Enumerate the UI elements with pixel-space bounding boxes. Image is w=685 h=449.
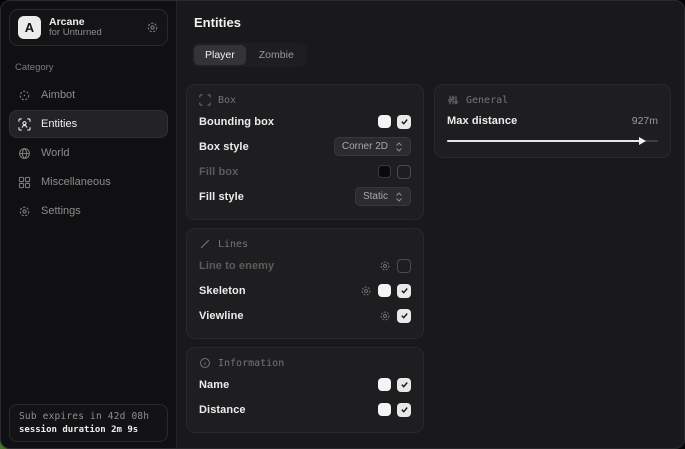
chevron-up-down-icon bbox=[395, 142, 403, 152]
tab-zombie[interactable]: Zombie bbox=[248, 45, 305, 65]
max-distance-value: 927m bbox=[632, 115, 658, 127]
grid-icon bbox=[18, 176, 31, 189]
chevron-up-down-icon bbox=[395, 192, 403, 202]
sidebar-item-label: Settings bbox=[41, 205, 81, 217]
session-duration-text: session duration 2m 9s bbox=[19, 425, 158, 435]
section-title: Information bbox=[218, 358, 284, 369]
right-column: General Max distance 927m bbox=[434, 84, 671, 158]
dropdown-value: Corner 2D bbox=[342, 141, 388, 152]
sidebar-item-miscellaneous[interactable]: Miscellaneous bbox=[9, 168, 168, 196]
setting-row-fill-style: Fill style Static bbox=[199, 185, 411, 208]
scan-person-icon bbox=[18, 118, 31, 131]
sidebar-item-label: World bbox=[41, 147, 70, 159]
fill-style-dropdown[interactable]: Static bbox=[355, 187, 411, 206]
name-checkbox[interactable] bbox=[397, 378, 411, 392]
sidebar-item-label: Aimbot bbox=[41, 89, 75, 101]
setting-row-viewline: Viewline bbox=[199, 304, 411, 327]
sidebar-item-world[interactable]: World bbox=[9, 139, 168, 167]
viewline-checkbox[interactable] bbox=[397, 309, 411, 323]
info-icon bbox=[199, 357, 211, 369]
line-to-enemy-checkbox[interactable] bbox=[397, 259, 411, 273]
color-swatch[interactable] bbox=[378, 284, 391, 297]
row-settings-gear-icon[interactable] bbox=[379, 260, 391, 272]
settings-columns: Box Bounding box Box style bbox=[186, 84, 671, 433]
fill-box-checkbox[interactable] bbox=[397, 165, 411, 179]
globe-icon bbox=[18, 147, 31, 160]
app-window: A Arcane for Unturned Category Aimbo bbox=[0, 0, 685, 449]
gear-icon[interactable] bbox=[146, 21, 159, 34]
row-settings-gear-icon[interactable] bbox=[360, 285, 372, 297]
row-settings-gear-icon[interactable] bbox=[379, 310, 391, 322]
app-logo: A bbox=[18, 16, 41, 39]
box-style-dropdown[interactable]: Corner 2D bbox=[334, 137, 411, 156]
color-swatch[interactable] bbox=[378, 403, 391, 416]
setting-row-name: Name bbox=[199, 373, 411, 396]
sub-expiry-text: Sub expires in 42d 08h bbox=[19, 411, 158, 422]
section-title: Lines bbox=[218, 239, 248, 250]
sidebar-item-label: Entities bbox=[41, 118, 77, 130]
setting-row-max-distance: Max distance 927m bbox=[447, 110, 658, 131]
distance-checkbox[interactable] bbox=[397, 403, 411, 417]
color-swatch[interactable] bbox=[378, 378, 391, 391]
general-card: General Max distance 927m bbox=[434, 84, 671, 158]
crosshair-icon bbox=[18, 89, 31, 102]
entity-tabs: Player Zombie bbox=[192, 43, 307, 67]
slider-fill bbox=[447, 140, 643, 142]
information-card-header: Information bbox=[199, 357, 411, 369]
setting-row-distance: Distance bbox=[199, 398, 411, 421]
page-title: Entities bbox=[194, 15, 671, 30]
setting-row-skeleton: Skeleton bbox=[199, 279, 411, 302]
sidebar-item-settings[interactable]: Settings bbox=[9, 197, 168, 225]
max-distance-slider[interactable] bbox=[447, 136, 658, 146]
sidebar-item-entities[interactable]: Entities bbox=[9, 110, 168, 138]
logo-letter: A bbox=[25, 20, 34, 35]
sliders-icon bbox=[447, 94, 459, 106]
app-logo-card: A Arcane for Unturned bbox=[9, 9, 168, 46]
box-card-header: Box bbox=[199, 94, 411, 106]
tab-player[interactable]: Player bbox=[194, 45, 246, 65]
setting-row-box-style: Box style Corner 2D bbox=[199, 135, 411, 158]
slider-thumb[interactable] bbox=[639, 137, 646, 145]
setting-row-fill-box: Fill box bbox=[199, 160, 411, 183]
box-card: Box Bounding box Box style bbox=[186, 84, 424, 220]
setting-row-line-to-enemy: Line to enemy bbox=[199, 254, 411, 277]
box-corners-icon bbox=[199, 94, 211, 106]
section-title: General bbox=[466, 95, 508, 106]
main-content: Entities Player Zombie Box bbox=[177, 1, 684, 448]
sidebar: A Arcane for Unturned Category Aimbo bbox=[1, 1, 177, 448]
app-subtitle: for Unturned bbox=[49, 28, 138, 39]
color-swatch[interactable] bbox=[378, 115, 391, 128]
dropdown-value: Static bbox=[363, 191, 388, 202]
skeleton-checkbox[interactable] bbox=[397, 284, 411, 298]
sidebar-item-aimbot[interactable]: Aimbot bbox=[9, 81, 168, 109]
color-swatch[interactable] bbox=[378, 165, 391, 178]
app-title-block: Arcane for Unturned bbox=[49, 16, 138, 39]
sidebar-item-label: Miscellaneous bbox=[41, 176, 111, 188]
setting-row-bounding-box: Bounding box bbox=[199, 110, 411, 133]
lines-card: Lines Line to enemy bbox=[186, 228, 424, 339]
sidebar-nav: Aimbot Entities World bbox=[9, 81, 168, 225]
subscription-status-card: Sub expires in 42d 08h session duration … bbox=[9, 404, 168, 442]
general-card-header: General bbox=[447, 94, 658, 106]
left-column: Box Bounding box Box style bbox=[186, 84, 424, 433]
category-label: Category bbox=[15, 62, 168, 73]
section-title: Box bbox=[218, 95, 236, 106]
lines-card-header: Lines bbox=[199, 238, 411, 250]
diagonal-line-icon bbox=[199, 238, 211, 250]
information-card: Information Name Distance bbox=[186, 347, 424, 433]
gear-icon bbox=[18, 205, 31, 218]
bounding-box-checkbox[interactable] bbox=[397, 115, 411, 129]
